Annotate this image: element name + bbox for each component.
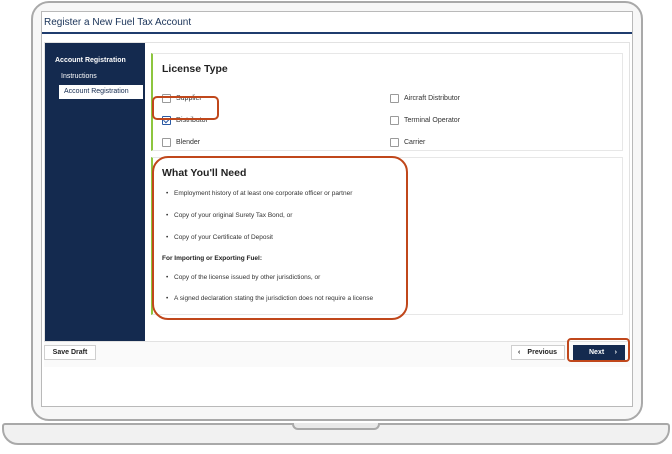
requirement-item: Employment history of at least one corpo…	[166, 190, 352, 197]
requirement-text: Copy of the license issued by other juri…	[174, 274, 321, 281]
requirement-item: A signed declaration stating the jurisdi…	[166, 295, 373, 302]
import-export-subheading: For Importing or Exporting Fuel:	[162, 255, 263, 262]
title-divider	[42, 32, 632, 34]
next-label: Next	[589, 349, 605, 356]
previous-label: Previous	[527, 349, 557, 356]
license-type-card: License Type Supplier Distributor Blende…	[151, 53, 623, 151]
sidebar-item-account-registration[interactable]: Account Registration	[59, 85, 143, 99]
aircraft-distributor-checkbox[interactable]	[390, 94, 399, 103]
aircraft-distributor-label: Aircraft Distributor	[404, 95, 461, 102]
next-button[interactable]: Next ›	[573, 345, 625, 360]
requirements-title: What You'll Need	[162, 167, 247, 179]
requirement-item: Copy of your Certificate of Deposit	[166, 234, 273, 241]
requirement-text: A signed declaration stating the jurisdi…	[174, 295, 374, 302]
terminal-operator-label: Terminal Operator	[404, 117, 461, 124]
sidebar-heading: Account Registration	[55, 57, 126, 64]
supplier-checkbox[interactable]	[162, 94, 171, 103]
sidebar-item-instructions[interactable]: Instructions	[61, 73, 97, 80]
supplier-label: Supplier	[176, 95, 202, 102]
license-type-title: License Type	[162, 63, 228, 75]
sidebar: Account Registration Instructions Accoun…	[45, 43, 145, 350]
requirement-item: Copy of your original Surety Tax Bond, o…	[166, 212, 292, 219]
laptop-screen: Register a New Fuel Tax Account Account …	[41, 11, 633, 407]
app-body: Account Registration Instructions Accoun…	[44, 42, 630, 351]
blender-checkbox[interactable]	[162, 138, 171, 147]
carrier-checkbox[interactable]	[390, 138, 399, 147]
requirement-text: Copy of your Certificate of Deposit	[174, 234, 273, 241]
blender-label: Blender	[176, 139, 201, 146]
save-draft-button[interactable]: Save Draft	[44, 345, 96, 360]
chevron-right-icon: ›	[614, 349, 617, 356]
chevron-left-icon: ‹	[518, 349, 521, 356]
distributor-checkbox[interactable]	[162, 116, 171, 125]
requirement-text: Copy of your original Surety Tax Bond, o…	[174, 212, 293, 219]
requirements-card: What You'll Need Employment history of a…	[151, 157, 623, 315]
requirement-text: Employment history of at least one corpo…	[174, 190, 353, 197]
requirement-item: Copy of the license issued by other juri…	[166, 274, 320, 281]
previous-button[interactable]: ‹ Previous	[511, 345, 565, 360]
laptop-base-notch	[292, 423, 380, 430]
terminal-operator-checkbox[interactable]	[390, 116, 399, 125]
carrier-label: Carrier	[404, 139, 426, 146]
page-title: Register a New Fuel Tax Account	[44, 17, 192, 28]
distributor-label: Distributor	[176, 117, 208, 124]
